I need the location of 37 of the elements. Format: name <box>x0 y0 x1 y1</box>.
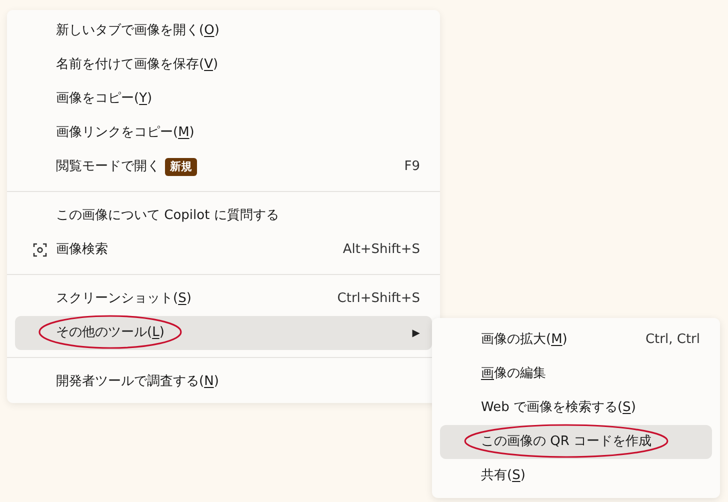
shortcut-text: F9 <box>404 158 420 176</box>
menu-item[interactable]: この画像について Copilot に質問する <box>15 199 432 233</box>
menu-item[interactable]: スクリーンショット(S) Ctrl+Shift+S <box>15 282 432 316</box>
menu-item[interactable]: Web で画像を検索する(S) <box>440 391 712 425</box>
menu-item-label: 名前を付けて画像を保存(V) <box>56 57 218 72</box>
menu-item[interactable]: 画像リンクをコピー(M) <box>15 116 432 150</box>
menu-item-label: その他のツール(L) <box>56 325 164 340</box>
menu-item-label: スクリーンショット(S) <box>56 291 192 306</box>
menu-item[interactable]: 閲覧モードで開く 新規 F9 <box>15 150 432 184</box>
menu-item-label: 共有(S) <box>481 468 526 484</box>
menu-item-label: この画像の QR コードを作成 <box>481 434 652 450</box>
menu-item[interactable]: 新しいタブで画像を開く(O) <box>15 14 432 48</box>
menu-item-label: 画像をコピー(Y) <box>56 91 152 106</box>
menu-item[interactable]: 画像をコピー(Y) <box>15 82 432 116</box>
menu-item[interactable]: 画像検索 Alt+Shift+S <box>15 233 432 267</box>
menu-item-label: この画像について Copilot に質問する <box>56 208 279 224</box>
shortcut-text: Ctrl, Ctrl <box>645 331 700 350</box>
menu-item[interactable]: 名前を付けて画像を保存(V) <box>15 48 432 82</box>
menu-item-label: 画像検索 <box>56 242 108 258</box>
submenu-arrow: ▶ <box>412 326 420 340</box>
new-badge: 新規 <box>165 158 197 176</box>
menu-item[interactable]: この画像の QR コードを作成 <box>440 425 712 459</box>
menu-item-label: 閲覧モードで開く <box>56 159 160 174</box>
menu-item-label: 画像リンクをコピー(M) <box>56 125 194 140</box>
menu-item-label: 画像の編集 <box>481 366 546 382</box>
visual-search-icon <box>32 243 46 257</box>
menu-item[interactable]: 共有(S) <box>440 459 712 493</box>
menu-item-label: 新しいタブで画像を開く(O) <box>56 23 220 38</box>
menu-item-label: Web で画像を検索する(S) <box>481 400 636 416</box>
menu-item[interactable]: 画像の拡大(M) Ctrl, Ctrl <box>440 323 712 357</box>
menu-item-label: 開発者ツールで調査する(N) <box>56 374 219 390</box>
menu-item[interactable]: 開発者ツールで調査する(N) <box>15 365 432 399</box>
shortcut-text: Ctrl+Shift+S <box>337 290 420 308</box>
menu-item[interactable]: 画像の編集 <box>440 357 712 391</box>
menu-item-label: 画像の拡大(M) <box>481 332 568 348</box>
menu-item[interactable]: その他のツール(L) ▶ <box>15 316 432 350</box>
shortcut-text: Alt+Shift+S <box>342 241 420 260</box>
